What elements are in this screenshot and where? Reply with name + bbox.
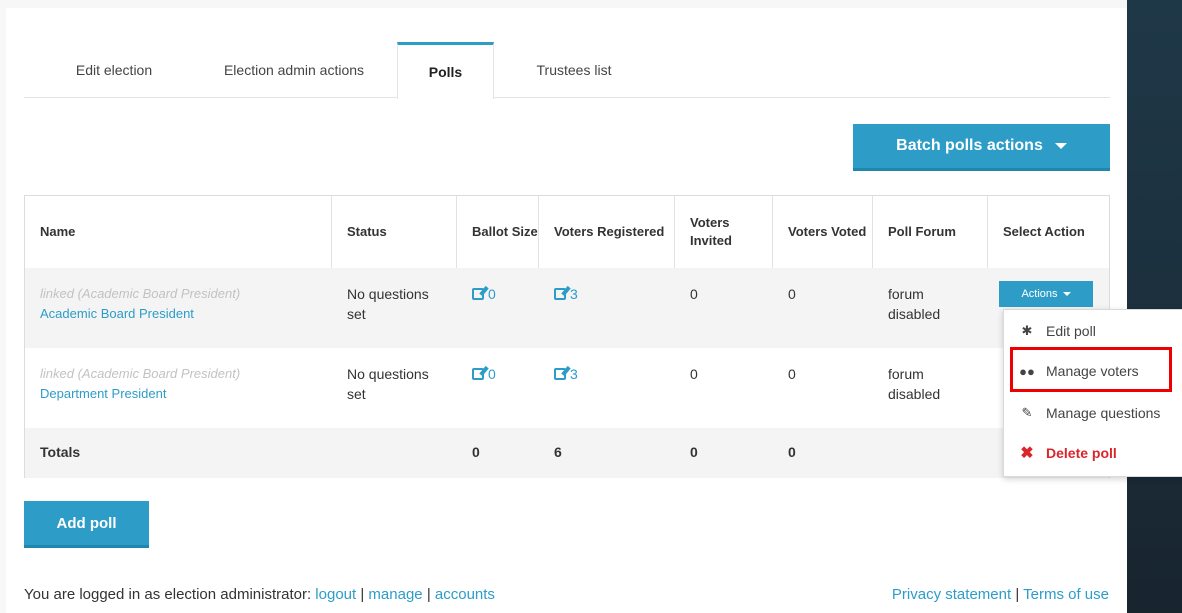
totals-voters-registered: 6	[554, 444, 562, 460]
linked-label: linked (Academic Board President)	[40, 286, 241, 301]
ballot-size-cell: 0	[457, 268, 539, 348]
ballot-size-cell: 0	[457, 348, 539, 428]
terms-of-use-link[interactable]: Terms of use	[1023, 586, 1109, 603]
menu-item-label: Manage voters	[1046, 363, 1139, 379]
totals-voters-invited: 0	[690, 444, 698, 460]
header-ballot-size: Ballot Size	[457, 196, 539, 268]
poll-forum-cell: forum disabled	[888, 366, 941, 402]
tab-bar: Edit election Election admin actions Pol…	[24, 42, 1110, 99]
poll-name-cell: linked (Academic Board President) Depart…	[25, 348, 332, 428]
header-name: Name	[25, 196, 332, 268]
poll-link[interactable]: Department President	[40, 384, 332, 404]
add-poll-button[interactable]: Add poll	[24, 501, 149, 548]
header-voters-invited: Voters Invited	[675, 196, 773, 268]
edit-icon	[472, 368, 484, 380]
separator: |	[1015, 586, 1020, 603]
poll-forum-cell: forum disabled	[888, 286, 941, 322]
footer-links: Privacy statement | Terms of use	[892, 586, 1109, 603]
voters-registered-link[interactable]: 3	[554, 364, 578, 384]
totals-ballot-size: 0	[472, 444, 480, 460]
edit-icon	[554, 368, 566, 380]
poll-link[interactable]: Academic Board President	[40, 304, 332, 324]
menu-item-edit-poll[interactable]: ✱ Edit poll	[1004, 311, 1182, 351]
separator: |	[426, 586, 431, 603]
table-row: linked (Academic Board President) Academ…	[25, 268, 1109, 348]
voters-registered-link[interactable]: 3	[554, 284, 578, 304]
status-cell: No questions set	[347, 286, 429, 322]
users-icon: ●●	[1019, 363, 1035, 379]
edit-icon	[554, 288, 566, 300]
voters-registered-value: 3	[570, 286, 578, 302]
close-icon: ✖	[1020, 445, 1034, 462]
ballot-size-link[interactable]: 0	[472, 364, 496, 384]
edit-icon: ✎	[1021, 405, 1033, 420]
actions-dropdown-menu: ✱ Edit poll ●● Manage voters ✎ Manage qu…	[1003, 309, 1182, 477]
voters-registered-cell: 3	[539, 348, 675, 428]
linked-label: linked (Academic Board President)	[40, 366, 241, 381]
chevron-down-icon	[1054, 143, 1067, 149]
actions-label: Actions	[1021, 288, 1058, 300]
voters-registered-value: 3	[570, 366, 578, 382]
voters-voted-cell: 0	[788, 286, 796, 302]
status-cell: No questions set	[347, 366, 429, 402]
menu-item-label: Edit poll	[1046, 323, 1096, 339]
tab-polls[interactable]: Polls	[397, 42, 494, 99]
voters-invited-cell: 0	[690, 366, 698, 382]
background-sidebar	[1127, 0, 1182, 613]
header-poll-forum: Poll Forum	[873, 196, 988, 268]
voters-invited-cell: 0	[690, 286, 698, 302]
ballot-size-link[interactable]: 0	[472, 284, 496, 304]
menu-item-label: Delete poll	[1046, 445, 1117, 461]
batch-polls-actions-label: Batch polls actions	[896, 137, 1043, 154]
manage-link[interactable]: manage	[368, 586, 422, 603]
batch-polls-actions-button[interactable]: Batch polls actions	[853, 124, 1110, 171]
menu-item-label: Manage questions	[1046, 405, 1161, 421]
edit-icon	[472, 288, 484, 300]
tab-trustees-list[interactable]: Trustees list	[504, 42, 644, 98]
header-status: Status	[332, 196, 457, 268]
gear-icon: ✱	[1021, 323, 1033, 338]
polls-table: Name Status Ballot Size Voters Registere…	[24, 195, 1110, 478]
header-select-action: Select Action	[1003, 224, 1085, 239]
voters-voted-cell: 0	[788, 366, 796, 382]
totals-voters-voted: 0	[788, 444, 796, 460]
chevron-down-icon	[1062, 292, 1071, 296]
table-header: Name Status Ballot Size Voters Registere…	[25, 196, 1109, 268]
logged-in-text: You are logged in as election administra…	[24, 586, 312, 603]
tab-election-admin-actions[interactable]: Election admin actions	[194, 42, 394, 98]
header-voters-voted: Voters Voted	[773, 196, 873, 268]
totals-row: Totals 0 6 0 0	[25, 428, 1109, 478]
totals-label: Totals	[40, 444, 81, 460]
footer-login-info: You are logged in as election administra…	[24, 586, 495, 603]
menu-item-manage-questions[interactable]: ✎ Manage questions	[1004, 393, 1182, 433]
table-row: linked (Academic Board President) Depart…	[25, 348, 1109, 428]
ballot-size-value: 0	[488, 366, 496, 382]
poll-name-cell: linked (Academic Board President) Academ…	[25, 268, 332, 348]
logout-link[interactable]: logout	[315, 586, 356, 603]
header-voters-registered: Voters Registered	[539, 196, 675, 268]
separator: |	[360, 586, 365, 603]
tab-edit-election[interactable]: Edit election	[44, 42, 184, 98]
menu-item-manage-voters[interactable]: ●● Manage voters	[1004, 351, 1182, 391]
voters-registered-cell: 3	[539, 268, 675, 348]
actions-dropdown-button[interactable]: Actions	[999, 281, 1093, 307]
privacy-statement-link[interactable]: Privacy statement	[892, 586, 1011, 603]
menu-item-delete-poll[interactable]: ✖ Delete poll	[1004, 433, 1182, 473]
ballot-size-value: 0	[488, 286, 496, 302]
accounts-link[interactable]: accounts	[435, 586, 495, 603]
